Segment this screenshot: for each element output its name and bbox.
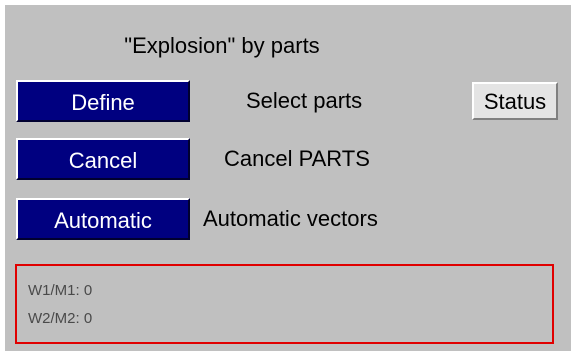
status-button[interactable]: Status	[472, 82, 558, 120]
explosion-panel: "Explosion" by parts Define Select parts…	[5, 5, 571, 351]
automatic-description: Automatic vectors	[203, 206, 378, 231]
panel-title: "Explosion" by parts	[124, 33, 320, 58]
status-line-w2-m2: W2/M2: 0	[28, 310, 93, 327]
define-button[interactable]: Define	[16, 80, 190, 122]
cancel-row: Cancel Cancel PARTS	[16, 138, 564, 180]
cancel-button[interactable]: Cancel	[16, 138, 190, 180]
cancel-description: Cancel PARTS	[224, 146, 370, 171]
define-description: Select parts	[246, 88, 363, 113]
status-line-w1-m1: W1/M1: 0	[28, 282, 93, 299]
status-box: W1/M1: 0 W2/M2: 0	[15, 264, 554, 344]
automatic-button[interactable]: Automatic	[16, 198, 190, 240]
automatic-row: Automatic Automatic vectors	[16, 198, 564, 240]
define-row: Define Select parts Status	[16, 80, 564, 122]
